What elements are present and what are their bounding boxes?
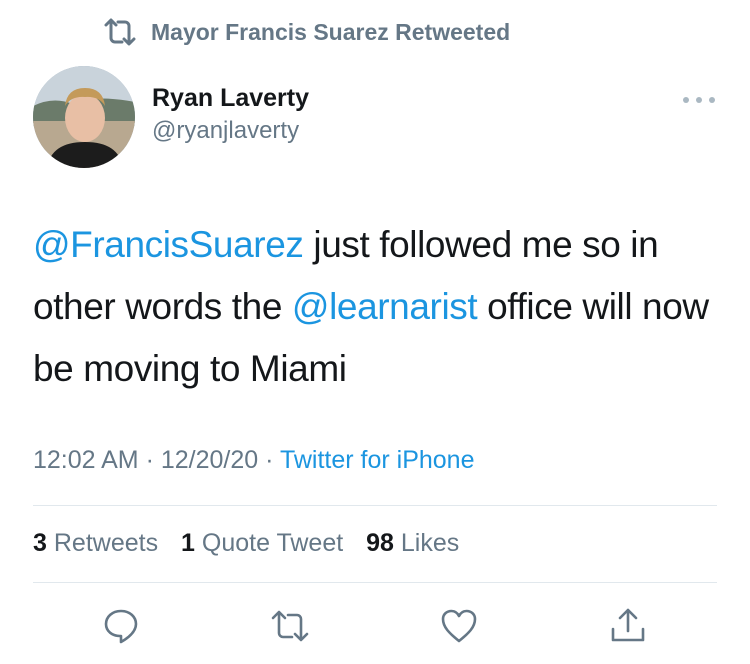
avatar[interactable] [33,66,135,168]
tweet-source-link[interactable]: Twitter for iPhone [280,446,475,474]
quotes-count: 1 [181,529,195,557]
retweet-button[interactable] [268,604,312,648]
divider [33,505,717,506]
more-dots-icon [709,97,715,103]
more-dots-icon [683,97,689,103]
avatar-photo [33,66,135,168]
likes-label: Likes [400,529,460,557]
tweet-time: 12:02 AM [33,446,139,474]
retweets-count: 3 [33,529,47,557]
tweet-text: @FrancisSuarez just followed me so in ot… [33,214,723,400]
like-icon [441,609,477,643]
reply-icon [104,609,138,644]
mention-link[interactable]: @learnarist [292,286,478,327]
author-block[interactable]: Ryan Laverty @ryanjlaverty [152,83,309,146]
mention-link[interactable]: @FrancisSuarez [33,224,304,265]
retweets-label: Retweets [53,529,159,557]
reply-button[interactable] [99,604,143,648]
more-dots-icon [696,97,702,103]
likes-count: 98 [366,529,394,557]
retweet-context-text: Mayor Francis Suarez Retweeted [151,18,511,45]
share-icon [611,608,645,642]
retweet-icon [271,610,309,642]
author-name[interactable]: Ryan Laverty [152,83,309,113]
retweets-stat[interactable]: 3 Retweets [33,529,158,557]
likes-stat[interactable]: 98 Likes [366,529,459,557]
like-button[interactable] [437,604,481,648]
tweet-stats: 3 Retweets 1 Quote Tweet 98 Likes [33,529,475,558]
tweet-meta: 12:02 AM · 12/20/20 · Twitter for iPhone [33,446,474,475]
quote-tweets-stat[interactable]: 1 Quote Tweet [181,529,343,557]
author-handle[interactable]: @ryanjlaverty [152,116,309,146]
more-options-button[interactable] [683,92,715,108]
retweet-context[interactable]: Mayor Francis Suarez Retweeted [103,16,510,48]
retweet-icon [104,18,136,46]
quotes-label: Quote Tweet [201,529,344,557]
divider [33,582,717,583]
meta-separator: · [258,446,280,474]
tweet-date: 12/20/20 [160,446,259,474]
share-button[interactable] [606,604,650,648]
action-bar [0,604,750,648]
meta-separator: · [138,446,161,474]
